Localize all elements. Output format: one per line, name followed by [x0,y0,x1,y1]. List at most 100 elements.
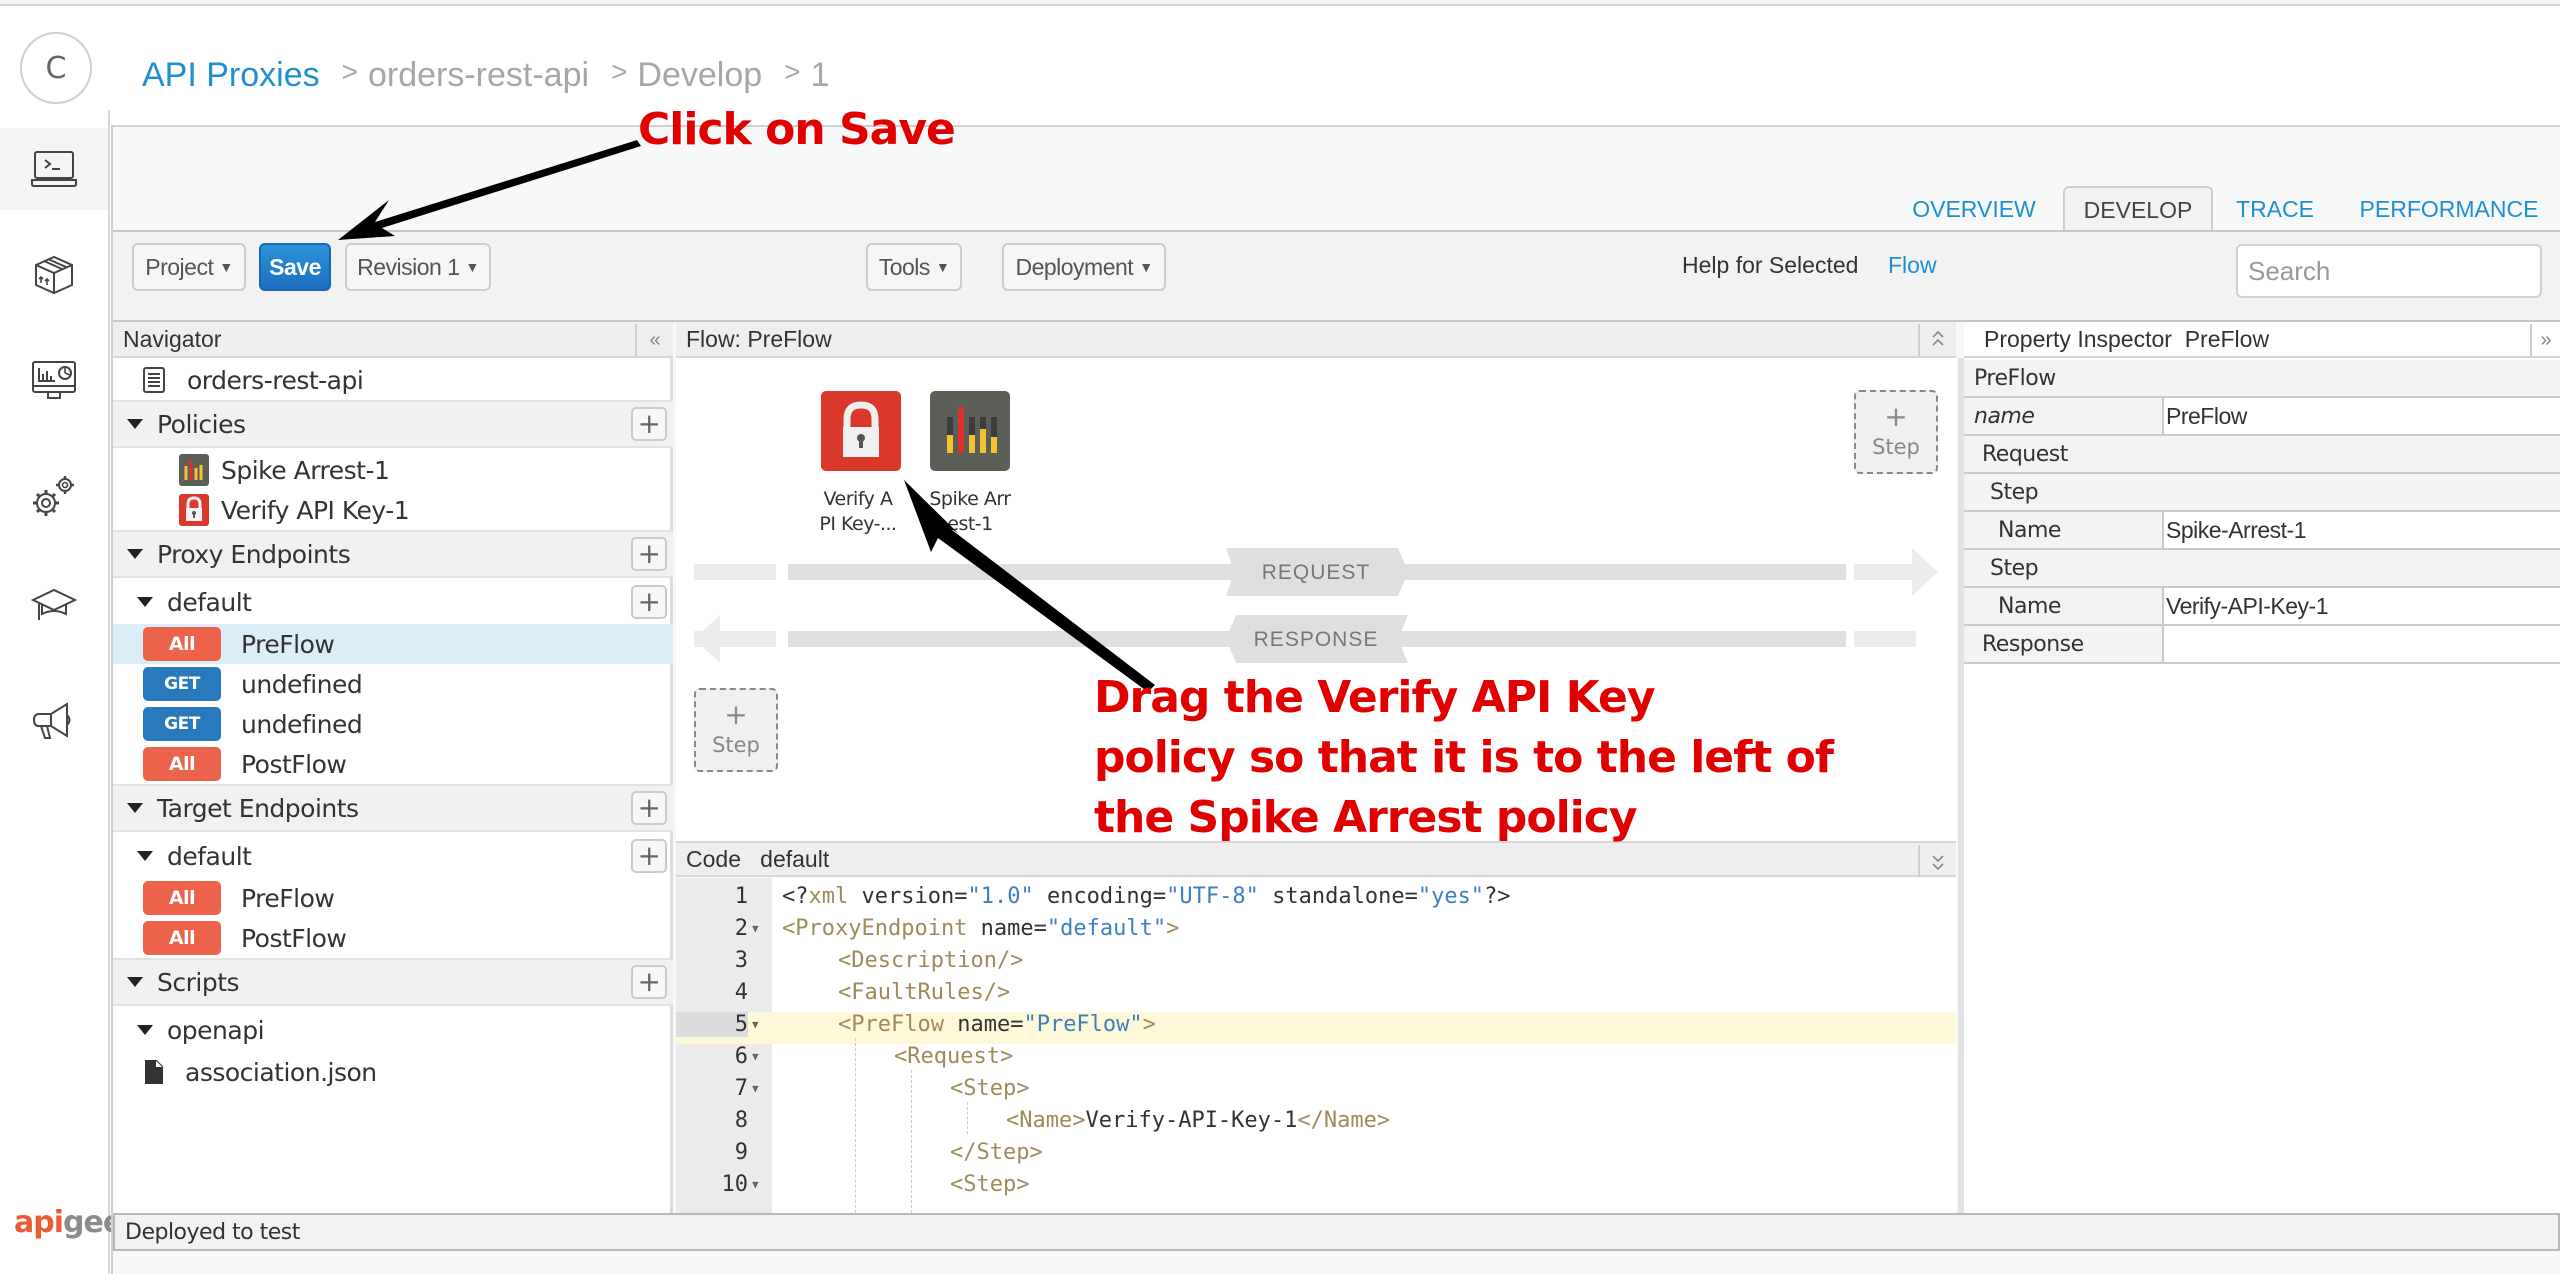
search-input[interactable] [2236,244,2542,298]
add-proxy-endpoint-button[interactable]: + [631,537,667,571]
flow-step-verify-api-key[interactable] [821,391,901,471]
breadcrumb-separator: > [611,56,628,87]
fold-toggle-icon[interactable]: ▼ [752,1050,759,1063]
breadcrumb-proxy-name[interactable]: orders-rest-api [368,56,589,95]
nav-item-publish[interactable] [28,248,80,300]
code-line[interactable]: 4 <FaultRules/> [676,980,1956,1012]
revision-menu-button[interactable]: Revision 1 ▼ [345,243,491,291]
code-token: "UTF-8" [1166,884,1259,909]
nav-item-admin[interactable] [28,470,80,522]
response-arrow-icon [694,615,720,663]
property-value-field[interactable]: PreFlow [2164,398,2560,434]
code-line[interactable]: 3 <Description/> [676,948,1956,980]
code-line[interactable]: 5 ▼ <PreFlow name="PreFlow"> [676,1012,1956,1044]
nav-item-learn[interactable] [28,580,80,632]
request-label: REQUEST [1261,561,1371,584]
add-script-button[interactable]: + [631,965,667,999]
nav-section-scripts[interactable]: Scripts + [113,958,673,1006]
deployment-menu-button[interactable]: Deployment ▼ [1002,243,1166,291]
tab-develop[interactable]: DEVELOP [2063,186,2213,232]
breadcrumb-api-proxies[interactable]: API Proxies [142,56,320,95]
nav-proxy-default[interactable]: default + [113,580,673,624]
code-token: ?> [1484,884,1511,909]
code-text: <FaultRules/> [838,980,1010,1005]
code-line[interactable]: 7 ▼ <Step> [676,1076,1956,1108]
add-response-step-button[interactable]: + Step [694,688,778,772]
project-menu-button[interactable]: Project ▼ [132,243,246,291]
fold-toggle-icon[interactable]: ▼ [752,1082,759,1095]
proxy-default-label: default [167,587,252,617]
nav-target-default[interactable]: default + [113,834,673,878]
nav-target-flow-item[interactable]: All PostFlow [113,918,673,958]
nav-item-develop[interactable] [0,128,108,210]
code-token: <ProxyEndpoint [782,916,968,941]
fold-toggle-icon[interactable]: ▼ [752,1018,759,1031]
indent-guide [855,1038,856,1213]
tab-performance[interactable]: PERFORMANCE [2356,186,2542,232]
tools-menu-button[interactable]: Tools ▼ [866,243,962,291]
apigee-logo[interactable]: apigee [14,1205,123,1240]
fold-toggle-icon[interactable]: ▼ [752,1178,759,1191]
code-line[interactable]: 10 ▼ <Step> [676,1172,1956,1204]
add-policy-button[interactable]: + [631,407,667,441]
nav-section-policies[interactable]: Policies + [113,400,673,448]
flow-step-label: Spike Arr est-1 [920,487,1020,537]
line-number: 6 [734,1044,748,1069]
collapse-navigator-icon[interactable]: « [635,324,673,356]
verb-badge: GET [143,707,221,741]
flow-step-spike-arrest[interactable] [930,391,1010,471]
nav-script-file[interactable]: association.json [113,1052,673,1092]
breadcrumb-develop[interactable]: Develop [637,56,762,95]
collapse-code-icon[interactable] [1918,845,1956,877]
property-row[interactable]: Response [1964,626,2560,664]
nav-flow-item[interactable]: GET undefined [113,664,673,704]
flow-name: undefined [241,709,363,739]
spike-arrest-icon [947,407,997,453]
collapse-flow-icon[interactable] [1918,324,1956,356]
breadcrumb-separator: > [341,56,358,87]
nav-flow-item[interactable]: All PreFlow [113,624,673,664]
nav-flow-item[interactable]: GET undefined [113,704,673,744]
expand-inspector-icon[interactable]: » [2530,324,2560,356]
property-row[interactable]: name PreFlow [1964,398,2560,436]
add-request-step-button[interactable]: + Step [1854,390,1938,474]
nav-policy-item[interactable]: Spike Arrest-1 [113,450,673,490]
code-line[interactable]: 8 <Name>Verify-API-Key-1</Name> [676,1108,1956,1140]
add-flow-button[interactable]: + [631,585,667,619]
tab-overview[interactable]: OVERVIEW [1904,186,2044,232]
code-line[interactable]: 1 <?xml version="1.0" encoding="UTF-8" st… [676,884,1956,916]
property-row[interactable]: Name Verify-API-Key-1 [1964,588,2560,626]
help-flow-link[interactable]: Flow [1888,252,1937,279]
nav-target-flow-item[interactable]: All PreFlow [113,878,673,918]
fold-toggle-icon[interactable]: ▼ [752,922,759,935]
nav-section-target-endpoints[interactable]: Target Endpoints + [113,784,673,832]
code-token: Verify-API-Key-1 [1085,1108,1298,1133]
nav-section-proxy-endpoints[interactable]: Proxy Endpoints + [113,530,673,578]
tab-trace[interactable]: TRACE [2230,186,2320,232]
code-editor[interactable]: 1 <?xml version="1.0" encoding="UTF-8" st… [676,878,1956,1213]
add-target-endpoint-button[interactable]: + [631,791,667,825]
nav-item-analyze[interactable] [28,356,80,408]
code-token: </Step> [950,1140,1043,1165]
code-line[interactable]: 6 ▼ <Request> [676,1044,1956,1076]
property-row[interactable]: Name Spike-Arrest-1 [1964,512,2560,550]
user-avatar[interactable]: C [20,32,92,104]
nav-proxy-root[interactable]: orders-rest-api [113,360,673,400]
verb-badge: GET [143,667,221,701]
nav-policy-item[interactable]: Verify API Key-1 [113,490,673,530]
line-number: 5 [676,1012,748,1037]
nav-flow-item[interactable]: All PostFlow [113,744,673,784]
code-line[interactable]: 9 </Step> [676,1140,1956,1172]
add-target-flow-button[interactable]: + [631,839,667,873]
property-value-field[interactable] [2164,626,2560,662]
code-token: <Description/> [838,948,1024,973]
nav-scripts-folder[interactable]: openapi [113,1010,673,1050]
save-button[interactable]: Save [259,243,331,291]
code-text: <?xml version="1.0" encoding="UTF-8" sta… [782,884,1511,909]
property-value-field[interactable]: Verify-API-Key-1 [2164,588,2560,624]
property-value-field[interactable]: Spike-Arrest-1 [2164,512,2560,548]
property-key: name [1964,398,2164,434]
nav-item-announcements[interactable] [28,696,80,748]
code-line[interactable]: 2 ▼ <ProxyEndpoint name="default"> [676,916,1956,948]
status-text: Deployed to test [125,1219,300,1245]
